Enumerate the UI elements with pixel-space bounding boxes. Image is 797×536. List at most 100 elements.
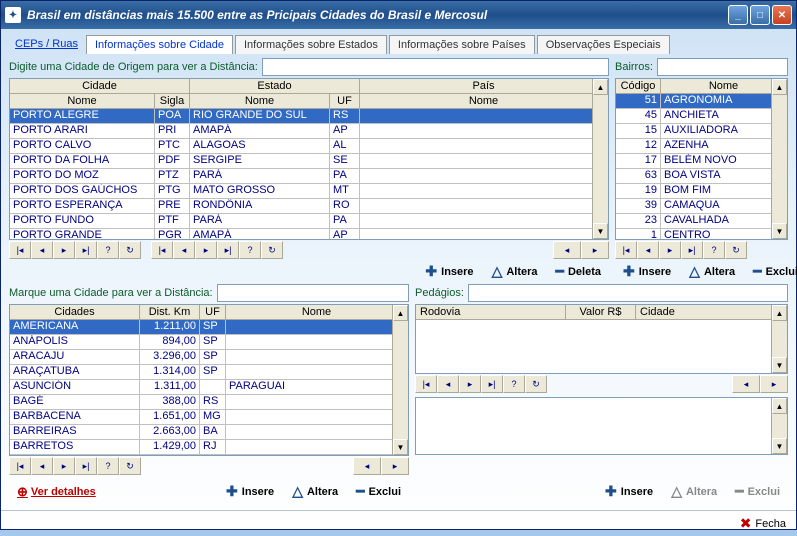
fecha-button[interactable]: ✖Fecha [740,515,786,532]
col-group-estado[interactable]: Estado [190,79,360,93]
table-row[interactable]: PORTO ARARIPRIAMAPÁAP [10,124,608,139]
nav2-first[interactable]: |◂ [151,241,173,259]
nav-help[interactable]: ? [97,457,119,475]
nav-last[interactable]: ▸| [681,241,703,259]
col-nome-bairro[interactable]: Nome [661,79,787,93]
maximize-button[interactable]: □ [750,5,770,25]
scroll-up-icon[interactable]: ▲ [772,305,787,321]
table-row[interactable]: ARAÇATUBA1.314,00SP [10,365,408,380]
nav2-refresh[interactable]: ↻ [261,241,283,259]
altera-button[interactable]: △Altera [292,483,338,500]
scroll-right[interactable]: ▸ [381,457,409,475]
table-row[interactable]: ARACAJU3.296,00SP [10,350,408,365]
nav2-last[interactable]: ▸| [217,241,239,259]
grid-distancias[interactable]: Cidades Dist. Km UF Nome AMERICANA1.211,… [9,304,409,456]
col-nome-pais[interactable]: Nome [360,94,608,108]
nav-last[interactable]: ▸| [481,375,503,393]
nav-first[interactable]: |◂ [615,241,637,259]
nav-first[interactable]: |◂ [9,457,31,475]
col-group-cidade[interactable]: Cidade [10,79,190,93]
scroll-up-icon[interactable]: ▲ [593,79,608,95]
col-group-pais[interactable]: País [360,79,608,93]
scroll-up-icon[interactable]: ▲ [772,398,787,414]
table-row[interactable]: 12AZENHA [616,139,787,154]
tab-ceps-ruas[interactable]: CEPs / Ruas [9,35,84,54]
bairros-input[interactable] [657,58,788,76]
insere-button[interactable]: ✚Insere [623,263,671,280]
altera-button[interactable]: △Altera [689,263,735,280]
tab-observacoes[interactable]: Observações Especiais [537,35,670,54]
scroll-left[interactable]: ◂ [732,375,760,393]
insere-button[interactable]: ✚Insere [226,483,274,500]
scroll-down-icon[interactable]: ▼ [593,223,608,239]
col-sigla[interactable]: Sigla [155,94,190,108]
scroll-right[interactable]: ▸ [760,375,788,393]
col-uf[interactable]: UF [330,94,360,108]
scroll-down-icon[interactable]: ▼ [772,223,787,239]
nav-first[interactable]: |◂ [415,375,437,393]
table-row[interactable]: BAGÉ388,00RS [10,395,408,410]
scroll-down-icon[interactable]: ▼ [772,357,787,373]
scroll-left[interactable]: ◂ [553,241,581,259]
scroll-up-icon[interactable]: ▲ [393,305,408,321]
col-codigo[interactable]: Código [616,79,661,93]
scroll-right[interactable]: ▸ [581,241,609,259]
nav-last[interactable]: ▸| [75,457,97,475]
col-nome-estado[interactable]: Nome [190,94,330,108]
table-row[interactable]: ANÁPOLIS894,00SP [10,335,408,350]
table-row[interactable]: PORTO CALVOPTCALAGOASAL [10,139,608,154]
col-nome[interactable]: Nome [10,94,155,108]
nav-refresh[interactable]: ↻ [725,241,747,259]
nav-first[interactable]: |◂ [9,241,31,259]
col-valor[interactable]: Valor R$ [566,305,636,319]
col-uf[interactable]: UF [200,305,226,319]
nav-next[interactable]: ▸ [53,241,75,259]
exclui-button[interactable]: ━Exclui [356,483,401,500]
col-distkm[interactable]: Dist. Km [140,305,200,319]
deleta-button[interactable]: ━Deleta [556,263,601,280]
grid-origem[interactable]: Cidade Estado País Nome Sigla Nome UF No… [9,78,609,240]
table-row[interactable]: 17BELÉM NOVO [616,154,787,169]
nav-next[interactable]: ▸ [659,241,681,259]
table-row[interactable]: PORTO ESPERANÇAPRERONDÔNIARO [10,199,608,214]
tab-info-cidade[interactable]: Informações sobre Cidade [86,35,233,54]
table-row[interactable]: 45ANCHIETA [616,109,787,124]
table-row[interactable]: BARBACENA1.651,00MG [10,410,408,425]
table-row[interactable]: PORTO GRANDEPGRAMAPÁAP [10,229,608,240]
table-row[interactable]: PORTO DOS GAÚCHOSPTGMATO GROSSOMT [10,184,608,199]
table-row[interactable]: 63BOA VISTA [616,169,787,184]
scrollbar-dist[interactable]: ▲ ▼ [392,305,408,455]
col-nome[interactable]: Nome [226,305,408,319]
nav-help[interactable]: ? [97,241,119,259]
table-row[interactable]: 1CENTRO [616,229,787,240]
table-row[interactable]: 23CAVALHADA [616,214,787,229]
nav-refresh[interactable]: ↻ [119,457,141,475]
exclui-button[interactable]: ━Exclui [753,263,797,280]
insere-button[interactable]: ✚Insere [425,263,473,280]
nav-prev[interactable]: ◂ [437,375,459,393]
marque-input[interactable] [217,284,409,302]
nav-help[interactable]: ? [503,375,525,393]
nav-prev[interactable]: ◂ [31,241,53,259]
tab-info-estados[interactable]: Informações sobre Estados [235,35,387,54]
nav-help[interactable]: ? [703,241,725,259]
scrollbar-origem[interactable]: ▲ ▼ [592,79,608,239]
scroll-down-icon[interactable]: ▼ [772,438,787,454]
table-row[interactable]: 51AGRONOMIA [616,94,787,109]
nav-refresh[interactable]: ↻ [525,375,547,393]
nav-next[interactable]: ▸ [53,457,75,475]
col-cidade[interactable]: Cidade [636,305,787,319]
scrollbar-bairros[interactable]: ▲ ▼ [771,79,787,239]
table-row[interactable]: BARREIRAS2.663,00BA [10,425,408,440]
grid-bairros[interactable]: Código Nome 51AGRONOMIA45ANCHIETA15AUXIL… [615,78,788,240]
table-row[interactable]: PORTO DA FOLHAPDFSERGIPESE [10,154,608,169]
grid-pedagios[interactable]: Rodovia Valor R$ Cidade ▲ ▼ [415,304,788,374]
table-row[interactable]: BARRETOS1.429,00RJ [10,440,408,455]
nav-prev[interactable]: ◂ [31,457,53,475]
altera-button[interactable]: △Altera [492,263,538,280]
origem-input[interactable] [262,58,609,76]
nav-last[interactable]: ▸| [75,241,97,259]
table-row[interactable]: AMERICANA1.211,00SP [10,320,408,335]
scroll-left[interactable]: ◂ [353,457,381,475]
grid-extra[interactable]: ▲ ▼ [415,397,788,455]
